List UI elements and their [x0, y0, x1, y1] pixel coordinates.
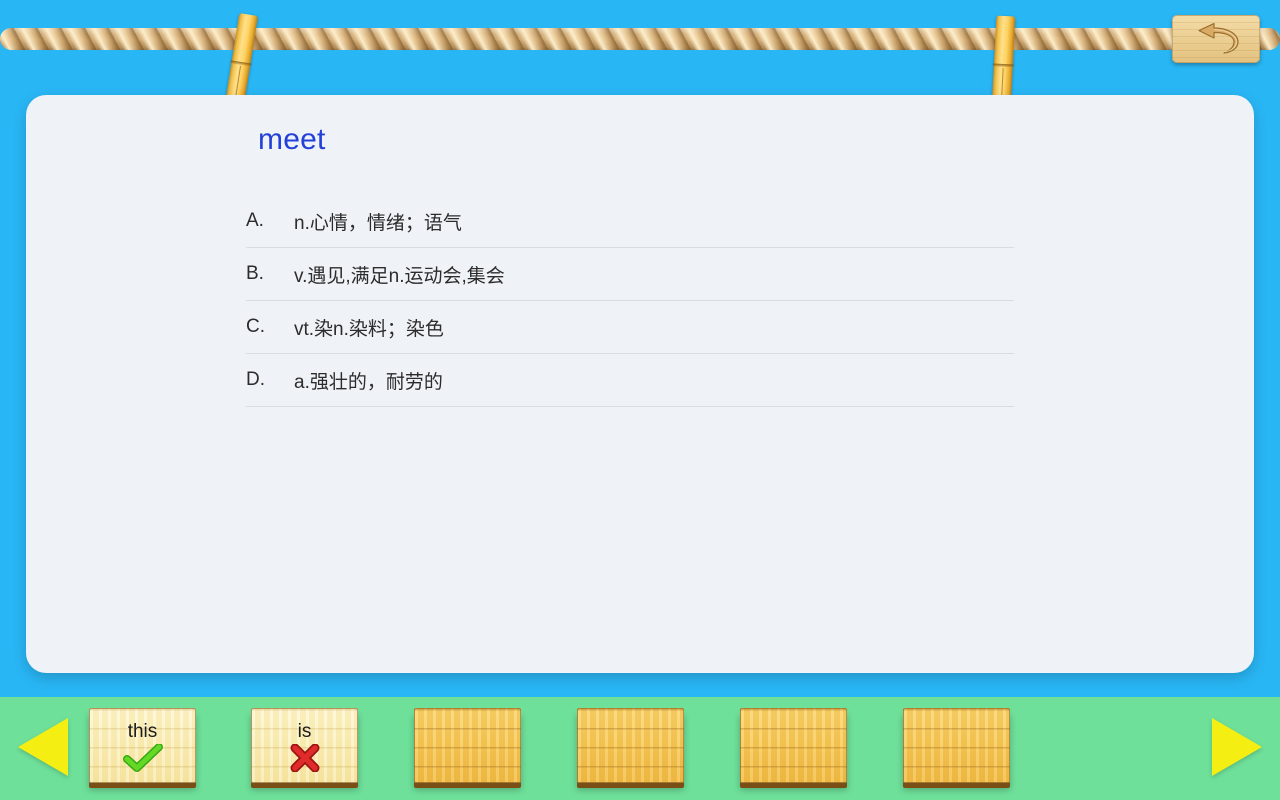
next-arrow-icon[interactable] [1212, 718, 1262, 776]
answer-card-label: this [127, 720, 158, 742]
options-list: A. n.心情，情绪；语气 B. v.遇见,满足n.运动会,集会 C. vt.染… [246, 195, 1014, 407]
option-row-b[interactable]: B. v.遇见,满足n.运动会,集会 [246, 248, 1014, 301]
option-text-c: vt.染n.染料；染色 [294, 318, 444, 340]
option-row-d[interactable]: D. a.强壮的，耐劳的 [246, 354, 1014, 407]
cross-icon [289, 743, 321, 772]
option-row-c[interactable]: C. vt.染n.染料；染色 [246, 301, 1014, 354]
app-root: meet A. n.心情，情绪；语气 B. v.遇见,满足n.运动会,集会 C.… [0, 0, 1280, 800]
back-arrow-icon [1188, 23, 1244, 55]
option-text-d: a.强壮的，耐劳的 [294, 371, 443, 393]
option-letter-d: D. [246, 369, 265, 390]
previous-arrow-icon[interactable] [18, 718, 68, 776]
answer-card-6[interactable] [903, 708, 1010, 783]
option-letter-a: A. [246, 210, 264, 231]
option-text-a: n.心情，情绪；语气 [294, 212, 462, 234]
answer-card-2[interactable]: is [251, 708, 358, 783]
answer-card-3[interactable] [414, 708, 521, 783]
answer-card-5[interactable] [740, 708, 847, 783]
answer-card-label: is [297, 720, 312, 742]
question-card: meet A. n.心情，情绪；语气 B. v.遇见,满足n.运动会,集会 C.… [26, 95, 1254, 673]
option-text-b: v.遇见,满足n.运动会,集会 [294, 265, 505, 287]
option-letter-c: C. [246, 316, 265, 337]
check-icon [122, 743, 163, 772]
option-letter-b: B. [246, 263, 264, 284]
answer-card-1[interactable]: this [89, 708, 196, 783]
page-title: meet [258, 123, 326, 156]
back-button[interactable] [1172, 15, 1260, 63]
clothesline-rope [0, 28, 1280, 50]
answer-card-4[interactable] [577, 708, 684, 783]
option-row-a[interactable]: A. n.心情，情绪；语气 [246, 195, 1014, 248]
